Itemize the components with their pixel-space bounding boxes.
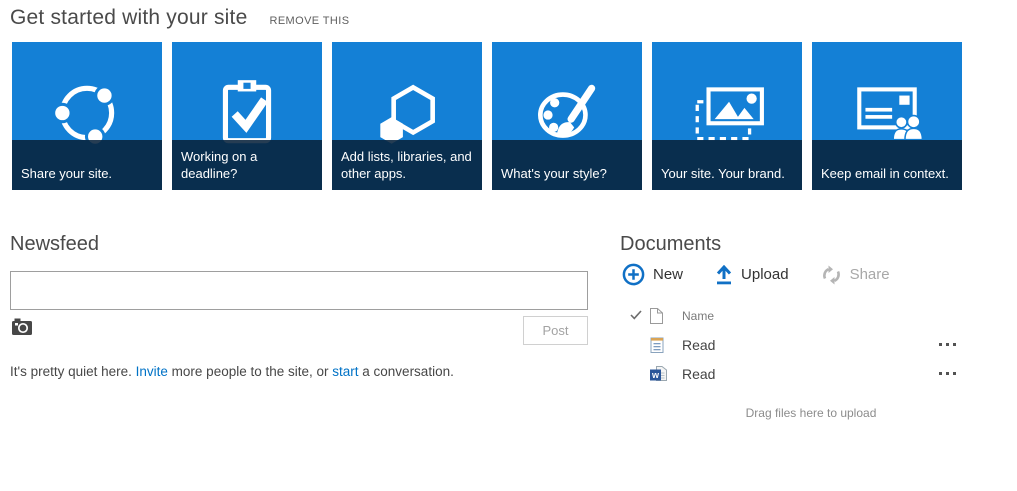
tile-keep-email-in-context[interactable]: Keep email in context. xyxy=(812,42,962,190)
attach-photo-button[interactable] xyxy=(12,318,32,335)
tile-caption: Your site. Your brand. xyxy=(652,140,802,190)
quiet-text-2: more people to the site, or xyxy=(168,364,332,379)
newsfeed-composer-input[interactable] xyxy=(10,271,588,310)
notebook-icon xyxy=(650,336,682,353)
select-all-check-icon[interactable] xyxy=(620,307,650,325)
tile-caption: Add lists, libraries, and other apps. xyxy=(332,140,482,190)
get-started-page: Get started with your site REMOVE THIS S… xyxy=(0,0,1017,491)
document-name-link[interactable]: Read xyxy=(682,366,715,382)
share-button-label: Share xyxy=(850,266,890,283)
post-button[interactable]: Post xyxy=(523,316,588,345)
share-document-button[interactable]: Share xyxy=(821,265,890,285)
newsfeed-title: Newsfeed xyxy=(10,233,99,256)
remove-this-link[interactable]: REMOVE THIS xyxy=(269,15,349,27)
ellipsis-icon[interactable] xyxy=(939,372,970,375)
new-document-button[interactable]: New xyxy=(622,263,683,286)
quiet-text-1: It's pretty quiet here. xyxy=(10,364,136,379)
upload-document-button[interactable]: Upload xyxy=(715,265,789,285)
new-button-label: New xyxy=(653,266,683,283)
camera-icon xyxy=(12,318,32,335)
page-header: Get started with your site REMOVE THIS xyxy=(10,6,349,30)
tile-whats-your-style[interactable]: What's your style? xyxy=(492,42,642,190)
ellipsis-icon[interactable] xyxy=(939,343,970,346)
name-column-header[interactable]: Name xyxy=(682,309,714,323)
tile-caption: Share your site. xyxy=(12,140,162,190)
get-started-tiles: Share your site. Working on a deadline? … xyxy=(12,42,962,190)
upload-button-label: Upload xyxy=(741,266,789,283)
tile-caption: Working on a deadline? xyxy=(172,140,322,190)
tile-add-lists-libraries-apps[interactable]: Add lists, libraries, and other apps. xyxy=(332,42,482,190)
tile-caption: Keep email in context. xyxy=(812,140,962,190)
documents-toolbar: New Upload Share xyxy=(622,263,890,286)
tile-caption: What's your style? xyxy=(492,140,642,190)
svg-text:w: w xyxy=(651,370,660,380)
document-type-icon xyxy=(650,308,682,324)
page-title: Get started with your site xyxy=(10,6,247,30)
invite-link[interactable]: Invite xyxy=(136,364,168,379)
start-conversation-link[interactable]: start xyxy=(332,364,358,379)
drag-files-hint: Drag files here to upload xyxy=(620,406,1002,420)
document-name-link[interactable]: Read xyxy=(682,337,715,353)
share-sync-icon xyxy=(821,265,842,285)
quiet-text-3: a conversation. xyxy=(359,364,454,379)
tile-share-your-site[interactable]: Share your site. xyxy=(12,42,162,190)
tile-working-on-deadline[interactable]: Working on a deadline? xyxy=(172,42,322,190)
documents-title: Documents xyxy=(620,233,721,256)
plus-circle-icon xyxy=(622,263,645,286)
document-row-read-notebook[interactable]: Read xyxy=(620,330,970,359)
tile-your-site-your-brand[interactable]: Your site. Your brand. xyxy=(652,42,802,190)
documents-table-header: Name xyxy=(620,301,970,330)
documents-table: Name Read xyxy=(620,301,970,388)
upload-arrow-icon xyxy=(715,265,733,285)
word-document-icon: w xyxy=(650,366,682,382)
document-row-read-word[interactable]: w Read xyxy=(620,359,970,388)
newsfeed-empty-message: It's pretty quiet here. Invite more peop… xyxy=(10,364,454,379)
